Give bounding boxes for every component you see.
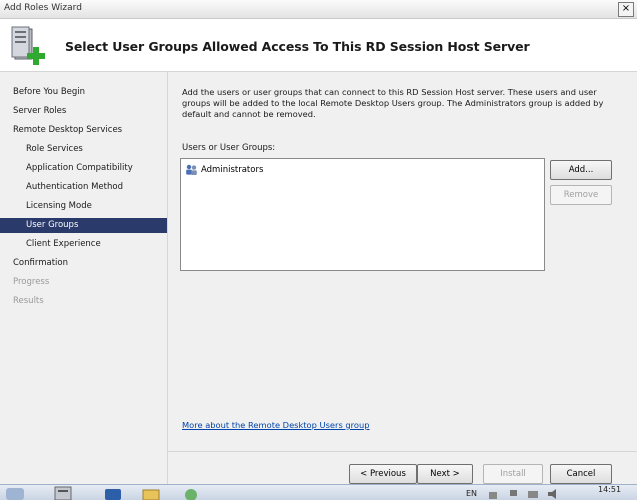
tray-network-icon[interactable]: [486, 486, 500, 500]
server-manager-icon[interactable]: [52, 486, 74, 500]
tray-volume-icon[interactable]: [546, 486, 560, 500]
add-button[interactable]: Add...: [550, 160, 612, 180]
powershell-icon[interactable]: [102, 486, 124, 500]
step-user-groups[interactable]: User Groups: [0, 218, 167, 233]
step-progress: Progress: [13, 277, 50, 287]
tray-display-icon[interactable]: [526, 486, 540, 500]
wizard-footer: < Previous Next > Install Cancel: [168, 451, 637, 485]
page-heading: Select User Groups Allowed Access To Thi…: [65, 39, 530, 54]
step-remote-desktop-services[interactable]: Remote Desktop Services: [0, 123, 167, 138]
title-bar[interactable]: Add Roles Wizard ×: [0, 0, 637, 19]
tray-clock[interactable]: 14:51: [598, 485, 621, 494]
cancel-button[interactable]: Cancel: [550, 464, 612, 484]
wizard-content: Add the users or user groups that can co…: [168, 72, 637, 450]
group-name: Administrators: [201, 164, 264, 175]
step-authentication-method[interactable]: Authentication Method: [0, 180, 167, 195]
install-button: Install: [483, 464, 543, 484]
step-confirmation[interactable]: Confirmation: [0, 256, 167, 271]
wizard-header: Select User Groups Allowed Access To Thi…: [0, 19, 637, 72]
server-add-icon: [11, 26, 45, 65]
wizard-taskbar-icon[interactable]: [180, 486, 202, 500]
window-title: Add Roles Wizard: [4, 3, 82, 13]
list-item[interactable]: Administrators: [185, 163, 263, 176]
close-button[interactable]: ×: [618, 2, 634, 17]
user-group-icon: [186, 164, 197, 175]
step-role-services[interactable]: Role Services: [0, 142, 167, 157]
remove-button: Remove: [550, 185, 612, 205]
user-groups-listbox[interactable]: Administrators: [180, 158, 545, 271]
user-groups-label: Users or User Groups:: [182, 143, 276, 153]
step-application-compatibility[interactable]: Application Compatibility: [0, 161, 167, 176]
step-results: Results: [13, 296, 44, 306]
step-server-roles[interactable]: Server Roles: [0, 104, 167, 119]
taskbar: EN 14:51: [0, 484, 637, 500]
start-button-icon[interactable]: [4, 486, 26, 500]
step-licensing-mode[interactable]: Licensing Mode: [0, 199, 167, 214]
more-about-rd-users-link[interactable]: More about the Remote Desktop Users grou…: [182, 420, 370, 430]
explorer-folder-icon[interactable]: [140, 486, 162, 500]
next-button[interactable]: Next >: [417, 464, 473, 484]
add-roles-wizard-window: Add Roles Wizard × Select User Groups Al…: [0, 0, 637, 485]
tray-flag-icon[interactable]: [506, 486, 520, 500]
page-description: Add the users or user groups that can co…: [182, 87, 604, 119]
wizard-steps-sidebar: Before You Begin Server Roles Remote Des…: [0, 72, 168, 484]
tray-language[interactable]: EN: [466, 489, 477, 498]
step-before-you-begin[interactable]: Before You Begin: [0, 85, 167, 100]
previous-button[interactable]: < Previous: [349, 464, 417, 484]
step-client-experience[interactable]: Client Experience: [0, 237, 167, 252]
